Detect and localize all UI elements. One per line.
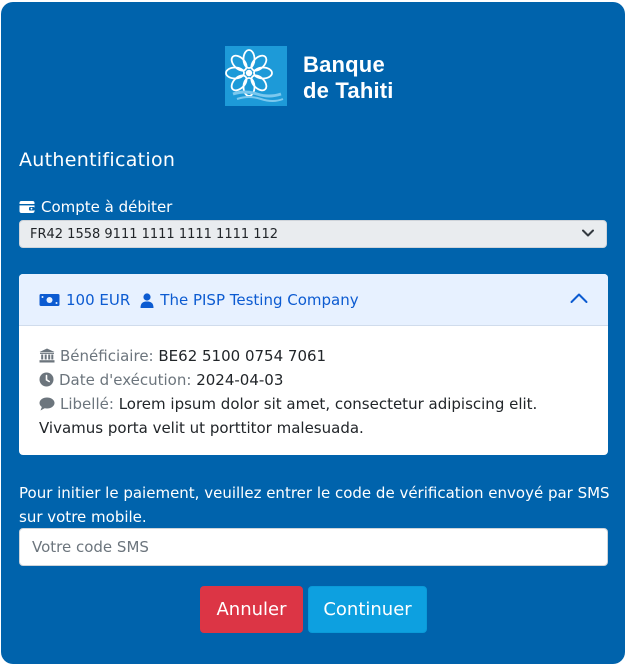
beneficiary-row: Bénéficiaire: BE62 5100 0754 7061 [39,344,591,368]
sms-code-input[interactable] [19,528,608,566]
clock-icon [39,372,54,387]
comment-icon [39,397,55,411]
payment-amount: 100 EUR [66,291,131,309]
money-bill-icon [39,294,60,306]
account-select-value: FR42 1558 9111 1111 1111 1111 112 [30,227,279,242]
bank-name-line2: de Tahiti [303,78,394,103]
continue-button[interactable]: Continuer [308,586,427,633]
bank-logo-mark [225,46,287,106]
payment-summary-header[interactable]: 100 EUR The PISP Testing Company [19,274,608,326]
wallet-icon [19,201,35,213]
payment-creditor: The PISP Testing Company [160,291,359,309]
user-icon [140,292,154,308]
payment-summary: 100 EUR The PISP Testing Company [39,290,359,310]
memo-label: Libellé: [60,395,114,413]
beneficiary-value: BE62 5100 0754 7061 [158,347,327,365]
account-label-text: Compte à débiter [41,198,173,216]
authentication-panel: Banque de Tahiti Authentification Compte… [1,2,625,664]
bank-building-icon [39,348,55,363]
page-title: Authentification [19,149,176,171]
account-select[interactable]: FR42 1558 9111 1111 1111 1111 112 [19,220,607,248]
account-label: Compte à débiter [19,197,172,217]
memo-value: Lorem ipsum dolor sit amet, consectetur … [39,395,538,437]
cancel-button[interactable]: Annuler [200,586,303,633]
memo-row: Libellé: Lorem ipsum dolor sit amet, con… [39,392,591,440]
bank-name: Banque de Tahiti [303,52,394,104]
execution-date-value: 2024-04-03 [196,371,284,389]
chevron-down-icon [582,229,594,237]
chevron-up-icon[interactable] [570,292,588,304]
payment-details-card: 100 EUR The PISP Testing Company Bénéfic… [19,274,608,455]
execution-date-label: Date d'exécution: [59,371,192,389]
payment-details: Bénéficiaire: BE62 5100 0754 7061 Date d… [39,344,591,440]
bank-logo: Banque de Tahiti [225,46,425,108]
sms-instructions: Pour initier le paiement, veuillez entre… [19,484,610,526]
tiare-flower-icon [225,49,284,102]
beneficiary-label: Bénéficiaire: [60,347,154,365]
execution-date-row: Date d'exécution: 2024-04-03 [39,368,591,392]
bank-name-line1: Banque [303,52,385,77]
